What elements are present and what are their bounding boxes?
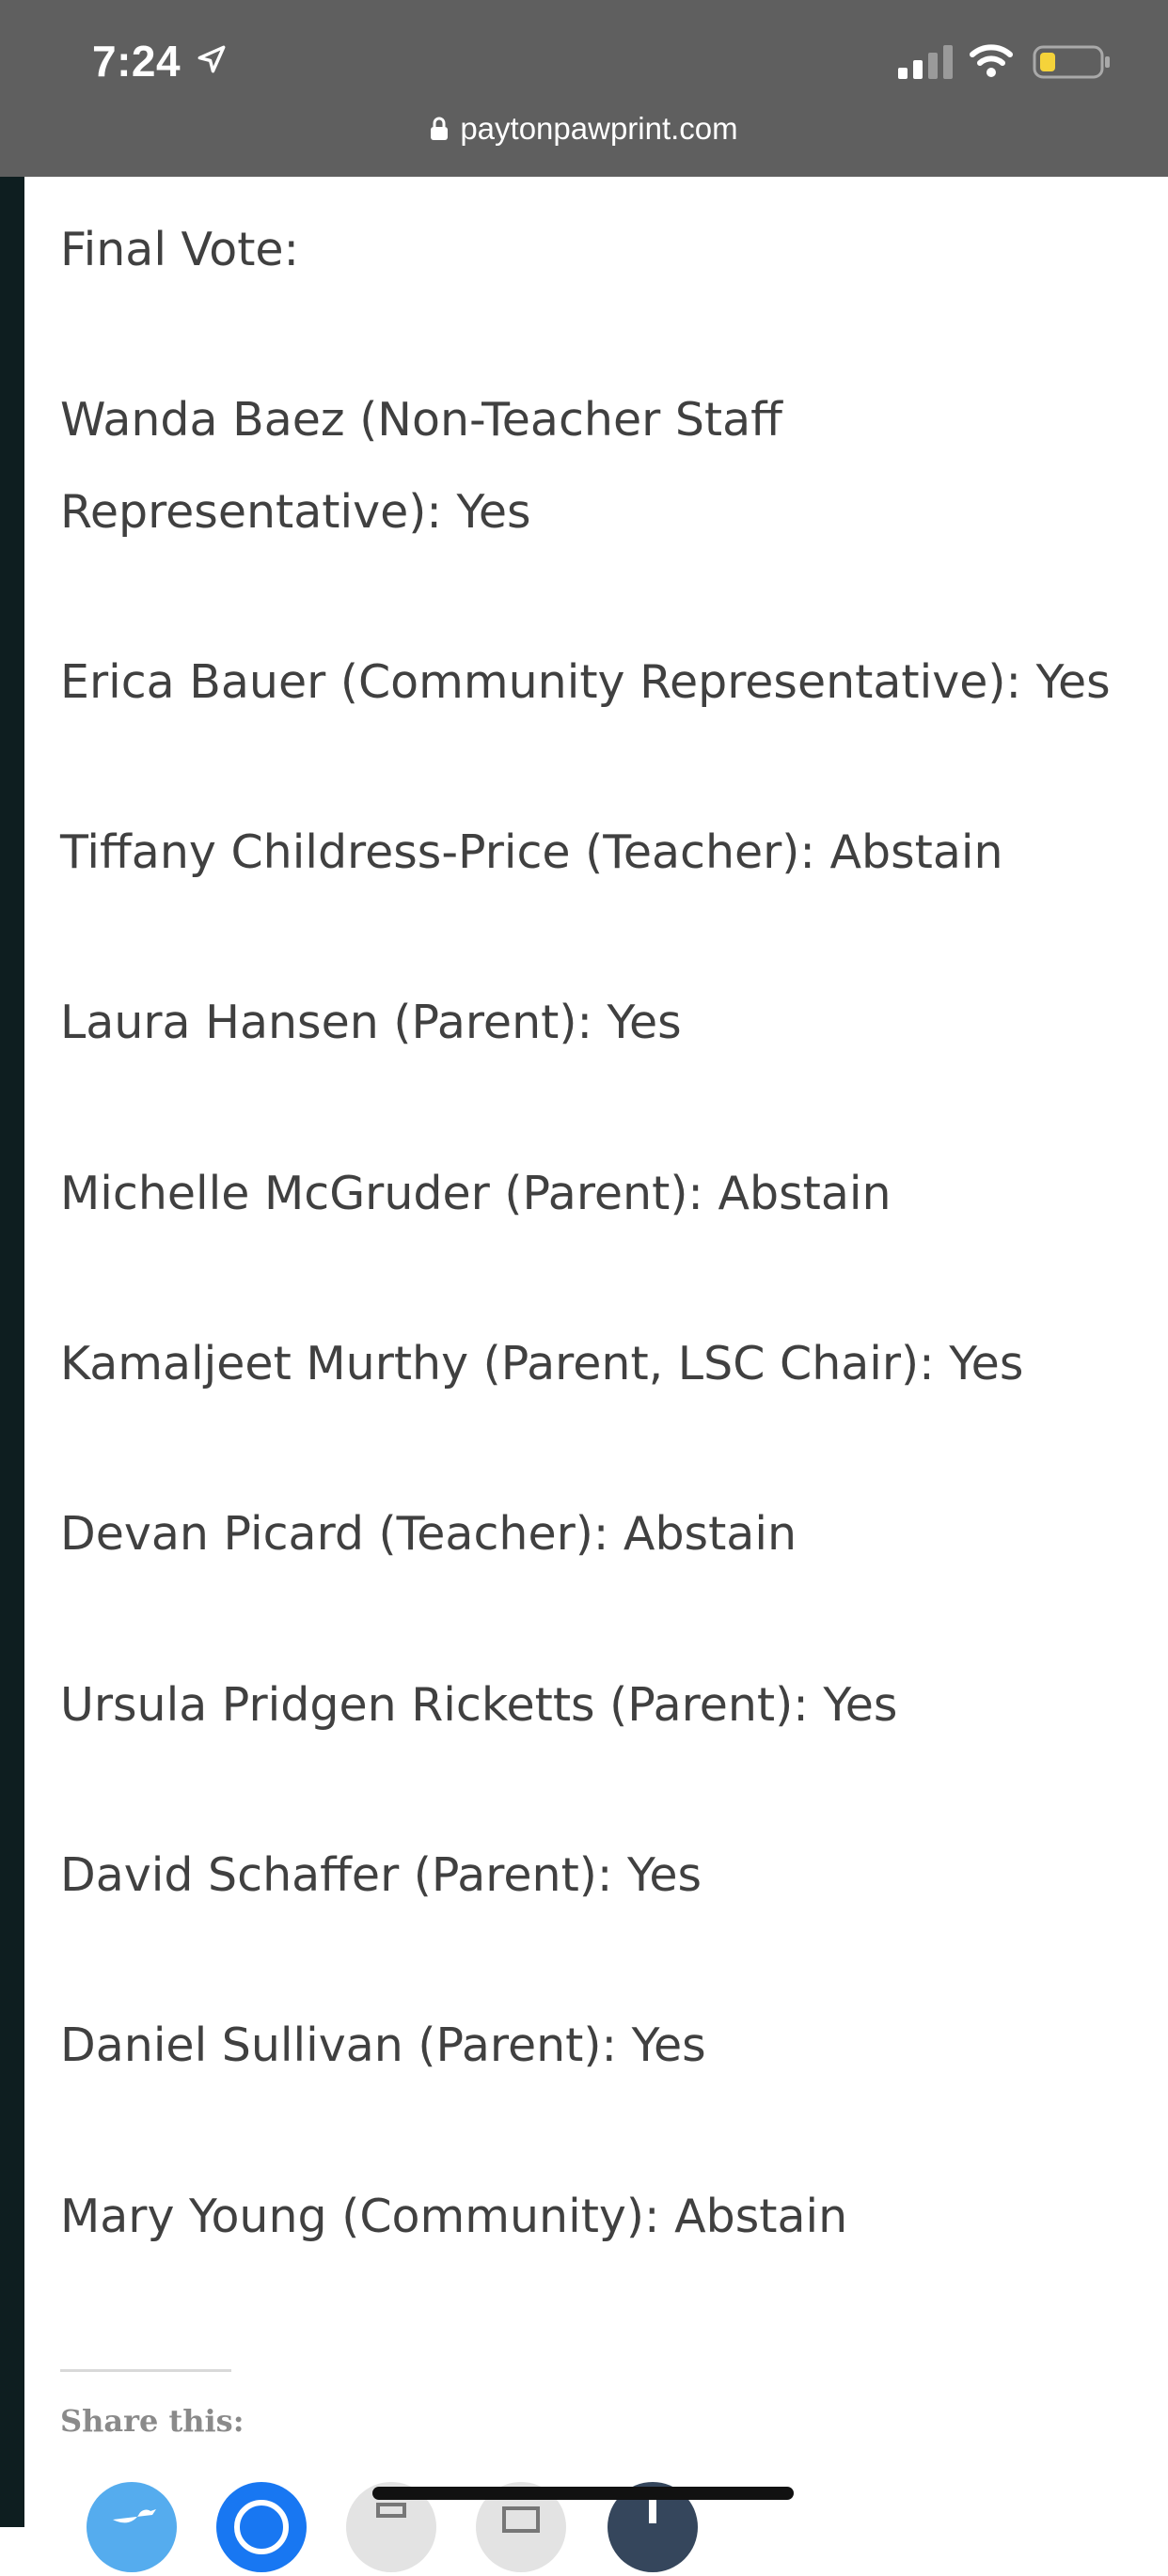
wifi-icon <box>970 44 1013 77</box>
vote-line: Laura Hansen (Parent): Yes <box>60 996 682 1049</box>
vote-line: Daniel Sullivan (Parent): Yes <box>60 2018 706 2072</box>
facebook-icon <box>234 2500 289 2554</box>
address-bar[interactable]: paytonpawprint.com <box>0 111 1168 147</box>
vote-line: Devan Picard (Teacher): Abstain <box>60 1507 797 1561</box>
url-text: paytonpawprint.com <box>460 111 738 146</box>
vote-line: Mary Young (Community): Abstain <box>60 2190 848 2243</box>
page-left-border <box>0 177 24 2527</box>
share-divider <box>60 2369 231 2372</box>
vote-line: Tiffany Childress-Price (Teacher): Absta… <box>60 825 1003 879</box>
vote-line-continued: Representative): Yes <box>60 485 531 539</box>
lock-icon <box>431 117 449 140</box>
location-arrow-icon <box>197 45 226 73</box>
vote-line: Kamaljeet Murthy (Parent, LSC Chair): Ye… <box>60 1337 1024 1390</box>
clock: 7:24 <box>92 37 182 86</box>
share-title: Share this: <box>60 2403 245 2439</box>
share-facebook-button[interactable] <box>216 2482 307 2572</box>
vote-line: Wanda Baez (Non-Teacher Staff <box>60 393 782 447</box>
battery-icon <box>1033 45 1110 79</box>
vote-line: David Schaffer (Parent): Yes <box>60 1848 702 1902</box>
cellular-signal-icon <box>898 45 953 79</box>
share-twitter-button[interactable] <box>87 2482 177 2572</box>
home-indicator[interactable] <box>372 2487 794 2500</box>
twitter-icon <box>113 2509 156 2523</box>
final-vote-heading: Final Vote: <box>60 223 300 276</box>
vote-line: Ursula Pridgen Ricketts (Parent): Yes <box>60 1678 898 1732</box>
vote-line: Erica Bauer (Community Representative): … <box>60 655 1111 709</box>
status-bar: 7:24 paytonpawprint.com <box>0 0 1168 177</box>
vote-line: Michelle McGruder (Parent): Abstain <box>60 1167 892 1220</box>
